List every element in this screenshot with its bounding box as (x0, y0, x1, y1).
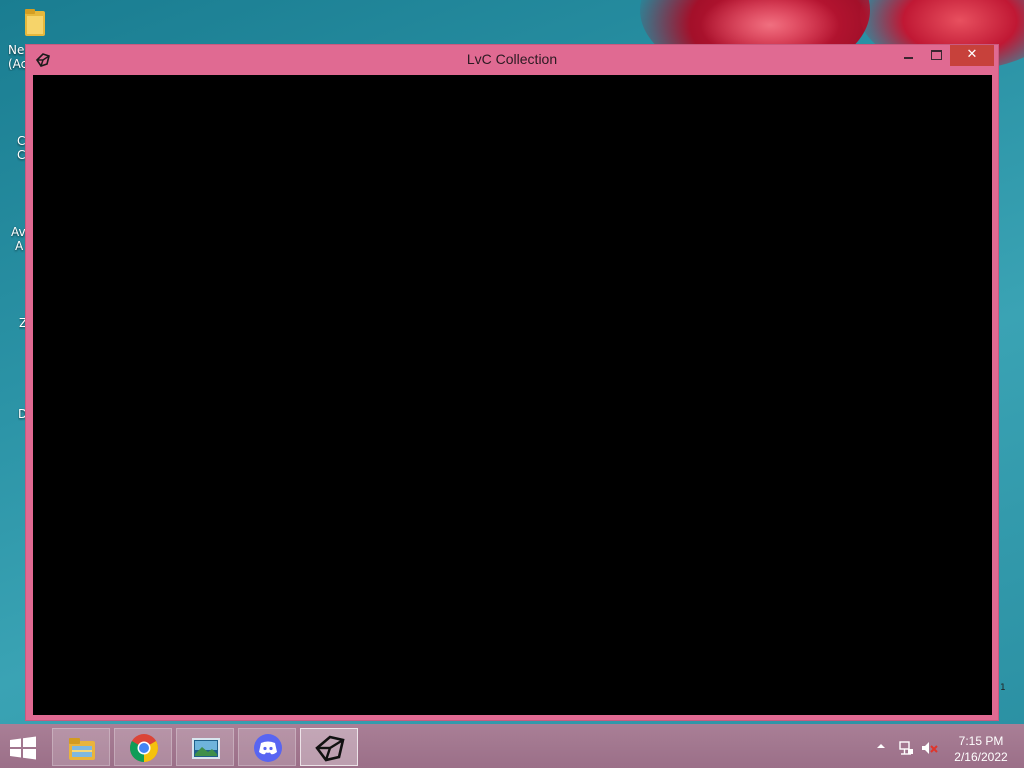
desktop: Ne (Ac C C Av A Z D LvC Collection ✕ 1 7… (0, 0, 1024, 768)
taskbar-item-chrome[interactable] (114, 728, 172, 766)
taskbar-clock[interactable]: 7:15 PM 2/16/2022 (946, 733, 1016, 765)
show-hidden-icons-chevron-icon[interactable] (876, 741, 886, 751)
taskbar-item-discord[interactable] (238, 728, 296, 766)
taskbar-item-file-explorer[interactable] (52, 728, 110, 766)
resize-grip-mark: 1 (1000, 683, 1006, 693)
network-icon[interactable] (898, 740, 914, 756)
taskbar (0, 724, 1024, 768)
photos-icon (192, 738, 220, 759)
minimize-button[interactable] (895, 45, 921, 66)
chrome-icon (130, 734, 158, 762)
title-bar[interactable]: LvC Collection ✕ (26, 45, 998, 75)
app-window[interactable]: LvC Collection ✕ (25, 44, 999, 721)
windows-start-icon[interactable] (8, 736, 38, 760)
folder-icon[interactable] (24, 7, 46, 37)
close-button[interactable]: ✕ (950, 45, 994, 66)
minimize-icon (904, 57, 913, 59)
volume-muted-icon[interactable] (921, 740, 939, 756)
clock-date: 2/16/2022 (954, 750, 1008, 764)
maximize-icon (931, 50, 942, 60)
folder-icon (69, 738, 95, 760)
discord-icon (254, 734, 282, 762)
taskbar-item-photos[interactable] (176, 728, 234, 766)
close-icon: ✕ (966, 47, 978, 62)
game-viewport[interactable] (33, 75, 992, 715)
taskbar-item-unity[interactable] (300, 728, 358, 766)
unity-icon (315, 735, 345, 762)
maximize-button[interactable] (923, 45, 949, 66)
window-title: LvC Collection (466, 51, 558, 67)
clock-time: 7:15 PM (958, 734, 1004, 748)
